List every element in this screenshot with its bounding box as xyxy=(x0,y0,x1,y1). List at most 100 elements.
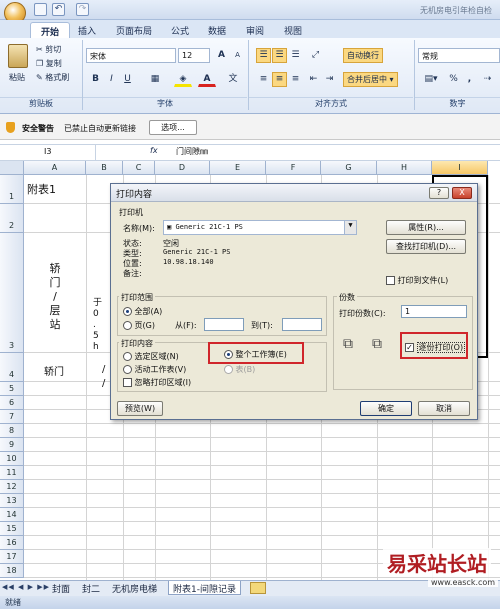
entire-workbook-radio[interactable]: 整个工作簿(E) xyxy=(224,349,287,360)
row-header[interactable]: 16 xyxy=(0,536,24,550)
column-header[interactable]: D xyxy=(155,161,210,175)
row-header[interactable]: 9 xyxy=(0,438,24,452)
cancel-button[interactable]: 取消 xyxy=(418,401,470,416)
security-options-button[interactable]: 选项... xyxy=(149,120,197,135)
row-header[interactable]: 5 xyxy=(0,382,24,396)
row-header[interactable]: 2 xyxy=(0,204,24,233)
row-header[interactable]: 4 xyxy=(0,353,24,382)
font-name-select[interactable]: 宋体 xyxy=(86,48,176,63)
copies-spinner[interactable]: 1 xyxy=(401,305,467,318)
range-pages-radio[interactable]: 页(G) xyxy=(123,320,155,331)
column-header-selected[interactable]: I xyxy=(432,161,488,175)
selection-radio[interactable]: 选定区域(N) xyxy=(123,351,179,362)
font-color-icon[interactable]: A xyxy=(198,72,216,87)
currency-icon[interactable]: ▤▾ xyxy=(420,72,442,87)
row-header[interactable]: 14 xyxy=(0,508,24,522)
tab-formulas[interactable]: 公式 xyxy=(161,22,199,38)
bold-button[interactable]: B xyxy=(88,72,103,87)
align-center-icon[interactable]: ≡ xyxy=(272,72,287,87)
row-header[interactable]: 17 xyxy=(0,550,24,564)
undo-icon[interactable]: ↶ xyxy=(52,3,65,16)
radio[interactable] xyxy=(123,365,132,374)
properties-button[interactable]: 属性(R)... xyxy=(386,220,466,235)
help-button[interactable]: ? xyxy=(429,187,449,199)
row-header[interactable]: 13 xyxy=(0,494,24,508)
underline-button[interactable]: U xyxy=(120,72,135,87)
radio[interactable] xyxy=(123,307,132,316)
grow-font-button[interactable]: A xyxy=(214,48,229,63)
save-icon[interactable] xyxy=(34,3,47,16)
align-middle-icon[interactable]: ☰ xyxy=(272,48,287,63)
copy-button[interactable]: ❐ 复制 xyxy=(36,58,62,69)
comma-button[interactable]: , xyxy=(462,72,477,87)
sheet-nav-icon[interactable]: ◀◀ ◀ ▶ ▶▶ xyxy=(2,583,50,591)
collate-checkbox[interactable]: ✓ 逐份打印(O) xyxy=(405,342,466,353)
ok-button[interactable]: 确定 xyxy=(360,401,412,416)
align-top-icon[interactable]: ☰ xyxy=(256,48,271,63)
checkbox[interactable] xyxy=(123,378,132,387)
format-painter-button[interactable]: ✎ 格式刷 xyxy=(36,72,69,83)
tab-data[interactable]: 数据 xyxy=(198,22,236,38)
column-header[interactable]: F xyxy=(266,161,321,175)
checkbox[interactable]: ✓ xyxy=(405,343,414,352)
increase-indent-icon[interactable]: ⇥ xyxy=(322,72,337,87)
align-bottom-icon[interactable]: ☰ xyxy=(288,48,303,63)
column-header[interactable]: H xyxy=(377,161,432,175)
radio[interactable] xyxy=(224,350,233,359)
column-header[interactable]: G xyxy=(321,161,377,175)
to-spinner[interactable] xyxy=(282,318,322,331)
select-all-corner[interactable] xyxy=(0,161,24,175)
radio[interactable] xyxy=(123,321,132,330)
tab-page-layout[interactable]: 页面布局 xyxy=(106,22,162,38)
close-button[interactable]: X xyxy=(452,187,472,199)
sheet-tab[interactable]: 无机房电梯 xyxy=(108,581,161,595)
from-spinner[interactable] xyxy=(204,318,244,331)
sheet-tab-active[interactable]: 附表1-间隙记录 xyxy=(168,581,241,595)
border-icon[interactable]: ▦ xyxy=(146,72,164,87)
row-header[interactable]: 1 xyxy=(0,175,24,204)
sheet-tab[interactable]: 封二 xyxy=(78,581,104,595)
row-header[interactable]: 7 xyxy=(0,410,24,424)
row-header[interactable]: 12 xyxy=(0,480,24,494)
tab-review[interactable]: 审阅 xyxy=(236,22,274,38)
orientation-icon[interactable]: ⤢ xyxy=(308,48,323,63)
column-header[interactable]: C xyxy=(123,161,155,175)
row-header[interactable]: 8 xyxy=(0,424,24,438)
tab-view[interactable]: 视图 xyxy=(274,22,312,38)
paste-button[interactable]: 粘贴 xyxy=(9,72,25,83)
wrap-text-button[interactable]: 自动换行 xyxy=(343,48,383,63)
shrink-font-button[interactable]: A xyxy=(230,48,245,63)
row-header[interactable]: 6 xyxy=(0,396,24,410)
phonetic-button[interactable]: 文 xyxy=(224,72,242,87)
increase-decimal-icon[interactable]: ⇢ xyxy=(480,72,495,87)
align-right-icon[interactable]: ≡ xyxy=(288,72,303,87)
tab-home[interactable]: 开始 xyxy=(30,22,71,38)
name-box[interactable]: I3 xyxy=(2,145,96,160)
merge-center-button[interactable]: 合并后居中 ▾ xyxy=(343,72,398,87)
column-header[interactable]: E xyxy=(210,161,266,175)
percent-button[interactable]: % xyxy=(446,72,461,87)
formula-content[interactable]: 门间隙㎜ xyxy=(176,146,208,157)
preview-button[interactable]: 预览(W) xyxy=(117,401,163,416)
redo-icon[interactable]: ↷ xyxy=(76,3,89,16)
find-printer-button[interactable]: 查找打印机(D)... xyxy=(386,239,466,254)
decrease-indent-icon[interactable]: ⇤ xyxy=(306,72,321,87)
ignore-area-checkbox[interactable]: 忽略打印区域(I) xyxy=(123,377,191,388)
row-header[interactable]: 11 xyxy=(0,466,24,480)
tab-insert[interactable]: 插入 xyxy=(68,22,106,38)
radio[interactable] xyxy=(123,352,132,361)
range-all-radio[interactable]: 全部(A) xyxy=(123,306,162,317)
row-header[interactable]: 15 xyxy=(0,522,24,536)
checkbox[interactable] xyxy=(386,276,395,285)
sheet-tab[interactable]: 封面 xyxy=(48,581,74,595)
column-header[interactable]: B xyxy=(86,161,123,175)
insert-sheet-icon[interactable] xyxy=(250,582,266,594)
row-header[interactable]: 3 xyxy=(0,233,24,353)
number-format-select[interactable]: 常规 xyxy=(418,48,500,63)
row-header[interactable]: 10 xyxy=(0,452,24,466)
font-size-select[interactable]: 12 xyxy=(178,48,210,63)
paste-icon[interactable] xyxy=(8,44,28,68)
fx-icon[interactable]: fx xyxy=(150,146,158,155)
row-header[interactable]: 18 xyxy=(0,564,24,578)
print-to-file-checkbox[interactable]: 打印到文件(L) xyxy=(386,275,448,286)
